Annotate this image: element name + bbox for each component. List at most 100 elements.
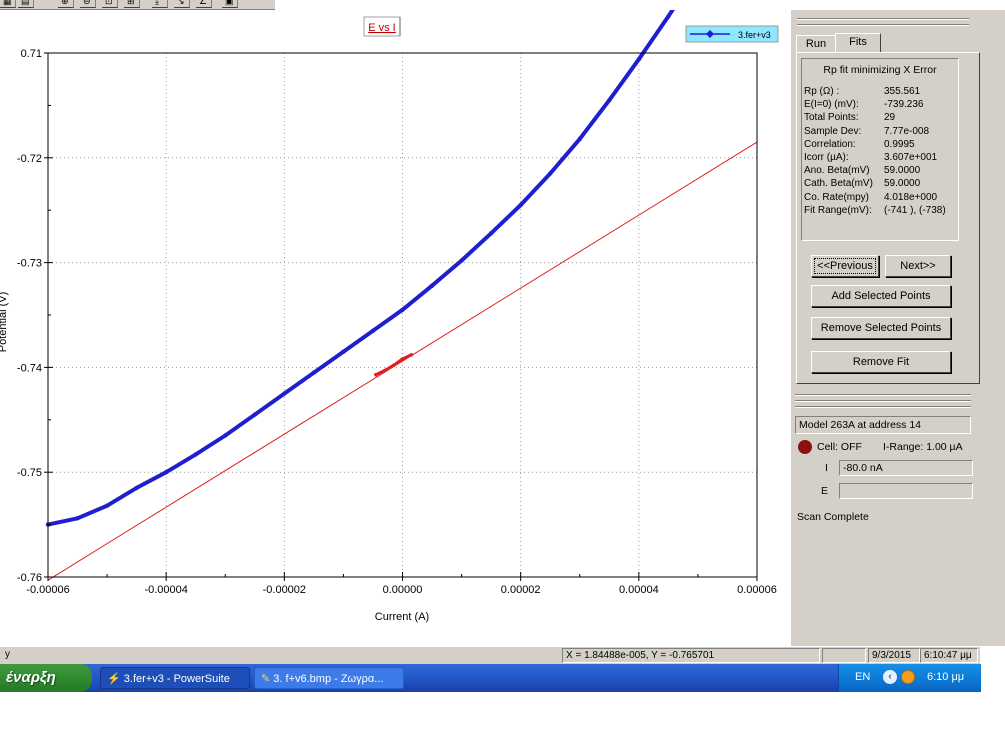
status-cell-empty (822, 648, 866, 663)
add-selected-points-button[interactable]: Add Selected Points (811, 285, 951, 307)
plot-frame (47, 52, 758, 578)
x-tick-label: 0.00006 (737, 584, 777, 596)
fit-row-value: 3.607e+001 (884, 152, 938, 163)
zoom-in-icon[interactable]: ⊕ (58, 0, 74, 8)
data-point (341, 349, 346, 354)
fit-row-label: Fit Range(mV): (804, 204, 872, 216)
fit-row-label: Correlation: (804, 138, 856, 150)
fit-title: Rp fit minimizing X Error (823, 64, 937, 76)
fit-line (47, 141, 758, 581)
data-point (164, 470, 169, 475)
y-tick-label: -0.76 (17, 572, 42, 584)
language-indicator[interactable]: EN (855, 671, 870, 683)
data-point (459, 258, 464, 263)
back-arrow-icon[interactable]: ‹ (883, 670, 897, 684)
data-point (282, 391, 287, 396)
start-button[interactable]: έναρξη (0, 664, 92, 692)
previous-button[interactable]: <<Previous (811, 255, 879, 277)
tab-fits[interactable]: Fits (835, 33, 881, 53)
y-tick-label: -0.74 (17, 362, 42, 374)
fit-row-value: -739.236 (884, 99, 924, 111)
y-tick-label: -0.75 (17, 467, 42, 479)
print-icon[interactable]: ▣ (222, 0, 238, 8)
instrument-status: Model 263A at address 14 Cell: OFF I-Ran… (791, 412, 1005, 646)
x-tick-label: -0.00002 (263, 584, 306, 596)
fit-row-label: E(I=0) (mV): (804, 99, 859, 111)
zoom-region-icon[interactable]: ⊡ (102, 0, 118, 8)
x-tick-label: -0.00004 (144, 584, 187, 596)
status-message: y (5, 649, 10, 660)
fit-row-value: 355.561 (884, 86, 921, 97)
data-point (193, 452, 198, 457)
data-point (607, 98, 612, 103)
zoom-fit-icon[interactable]: ⊞ (124, 0, 140, 8)
data-point (370, 328, 376, 333)
status-time: 6:10:47 μμ (920, 648, 978, 663)
grip-line (795, 394, 971, 396)
data-point (548, 171, 553, 176)
y-tick-label: -0.72 (17, 153, 42, 165)
plot-icon[interactable]: ∠ (196, 0, 212, 8)
fit-row-value: 59.0000 (884, 178, 921, 190)
fit-row-label: Total Points: (804, 112, 859, 124)
fit-row-label: Rp (Ω) : (804, 86, 840, 97)
fit-row-value: 4.018e+000 (884, 191, 938, 203)
chart-title: E vs I (368, 22, 396, 34)
grid (48, 53, 757, 577)
model-address: Model 263A at address 14 (795, 416, 971, 434)
legend[interactable]: 3.fer+v3 (685, 25, 779, 43)
data-point (488, 231, 494, 236)
grip-line (797, 18, 969, 20)
i-label: I (825, 462, 828, 474)
tab-run[interactable]: Run (796, 35, 836, 53)
fit-row-value: (-741 ), (-738) (884, 204, 946, 216)
taskbar: έναρξη ⚡ 3.fer+v3 - PowerSuite ✎ 3. f+v6… (0, 664, 981, 692)
e-label: E (821, 485, 829, 497)
chart-title-box[interactable]: E vs I (363, 16, 401, 37)
data-point (223, 433, 228, 438)
tray-app-icon[interactable] (901, 670, 915, 684)
fit-row-value: 29 (884, 112, 896, 124)
plot-area[interactable]: -0.00006 -0.00004 -0.00002 0.00000 0.00002 0.… (0, 10, 790, 646)
series-layer (45, 10, 758, 581)
plot-canvas[interactable]: -0.00006 -0.00004 -0.00002 0.00000 0.00002 0.… (0, 10, 790, 646)
data-point (400, 307, 405, 312)
remove-selected-points-button[interactable]: Remove Selected Points (811, 317, 951, 339)
taskbar-item-label: 3.fer+v3 - PowerSuite (123, 673, 230, 685)
paint-icon: ✎ (261, 673, 271, 685)
taskbar-item-label: 3. f+v6.bmp - Ζωγρα... (273, 673, 384, 685)
remove-fit-button[interactable]: Remove Fit (811, 351, 951, 373)
taskbar-item-powersuite[interactable]: ⚡ 3.fer+v3 - PowerSuite (100, 667, 250, 689)
data-point (666, 14, 671, 19)
lightning-icon: ⚡ (107, 673, 121, 685)
current-readout: -80.0 nA (839, 460, 973, 476)
status-bar: y X = 1.84488e-005, Y = -0.765701 9/3/20… (0, 646, 980, 665)
data-point (636, 57, 641, 62)
data-point (577, 136, 582, 142)
grip-line (795, 406, 971, 408)
i-range: I-Range: 1.00 µA (883, 441, 963, 453)
x-tick-label: 0.00004 (619, 584, 659, 596)
grid-icon[interactable]: ▦ (0, 0, 16, 8)
y-axis-label: Potential (V) (0, 292, 9, 353)
x-tick-label: 0.00000 (383, 584, 423, 596)
y-tick-label: 0.71 (21, 48, 42, 60)
grip-line (797, 24, 969, 26)
x-tick-label: -0.00006 (26, 584, 69, 596)
fit-row-label: Icorr (µA): (804, 152, 849, 163)
next-button[interactable]: Next>> (885, 255, 951, 277)
table-icon[interactable]: ▤ (18, 0, 34, 8)
fit-results-box: Rp fit minimizing X Error Rp (Ω) : 355.56… (801, 58, 959, 241)
autoscale-icon[interactable]: ⤓ (152, 0, 168, 8)
fit-tool-icon[interactable]: ↘ (174, 0, 190, 8)
fit-row-value: 7.77e-008 (884, 125, 930, 137)
system-tray: EN ‹ 6:10 μμ (838, 664, 981, 692)
fit-row-label: Co. Rate(mpy) (804, 191, 870, 203)
zoom-out-icon[interactable]: ⊖ (80, 0, 96, 8)
data-point (429, 283, 435, 288)
tick-layer (44, 52, 758, 581)
cursor-coordinates: X = 1.84488e-005, Y = -0.765701 (562, 648, 820, 663)
taskbar-item-paint[interactable]: ✎ 3. f+v6.bmp - Ζωγρα... (254, 667, 404, 689)
x-axis-label: Current (A) (375, 611, 429, 623)
taskbar-clock: 6:10 μμ (927, 671, 965, 683)
